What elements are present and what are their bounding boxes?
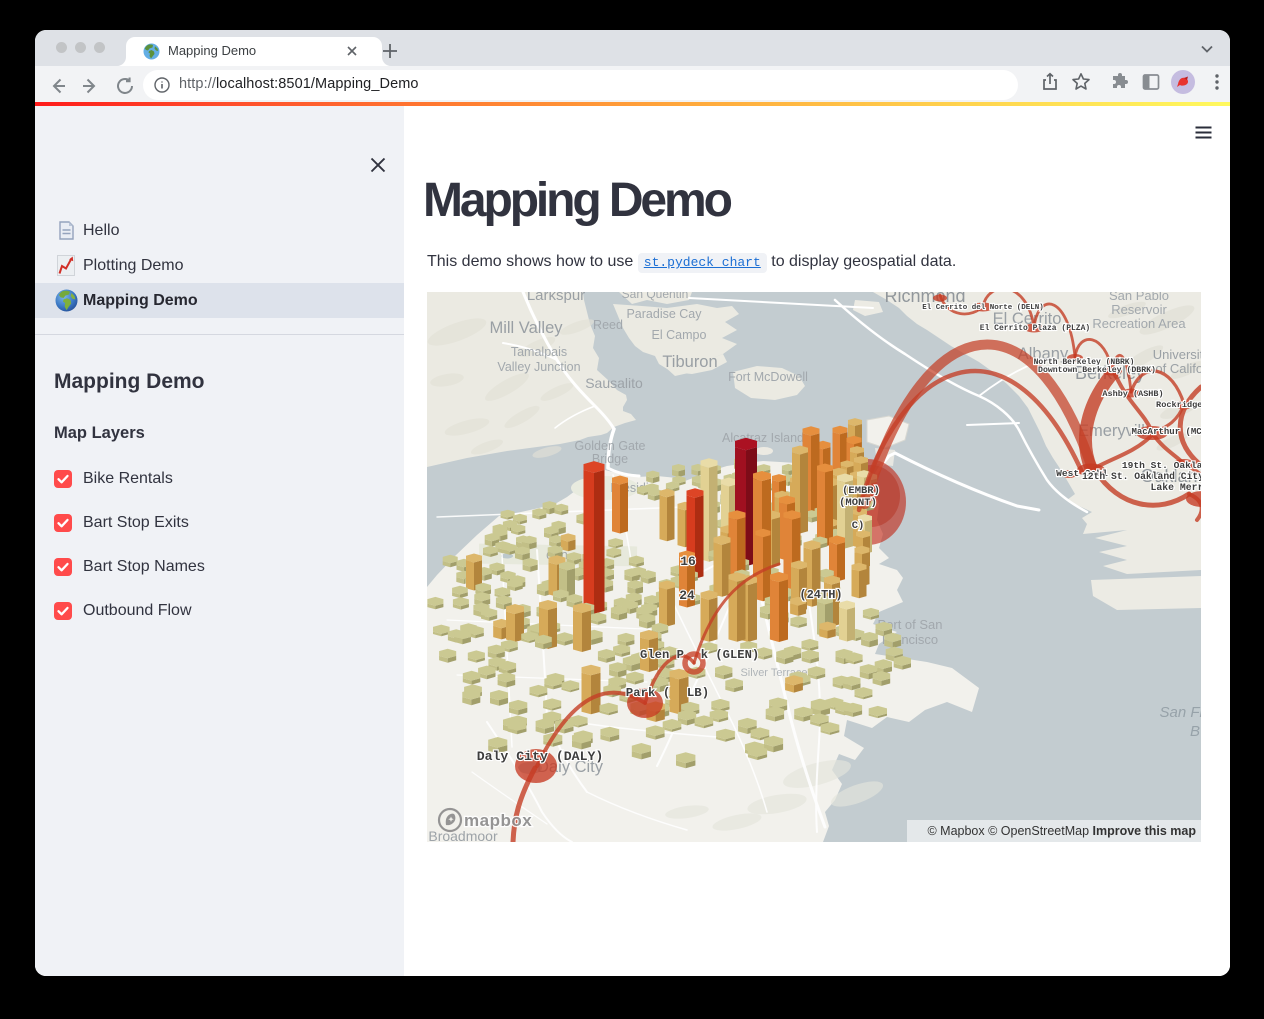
svg-text:Golden Gate: Golden Gate xyxy=(575,439,646,453)
svg-text:Downtown Berkeley (DBRK): Downtown Berkeley (DBRK) xyxy=(1038,365,1156,375)
svg-text:El Cerrito Plaza (PLZA): El Cerrito Plaza (PLZA) xyxy=(980,324,1090,333)
svg-text:Park (: Park ( xyxy=(626,686,671,700)
svg-text:Universit: Universit xyxy=(1153,347,1201,362)
svg-text:Sausalito: Sausalito xyxy=(585,375,643,391)
svg-text:Broadmoor: Broadmoor xyxy=(428,828,498,842)
svg-text:Mill Valley: Mill Valley xyxy=(489,319,563,337)
svg-text:k (GLEN): k (GLEN) xyxy=(701,648,760,662)
svg-text:(24TH): (24TH) xyxy=(799,588,842,602)
svg-text:LB): LB) xyxy=(687,686,709,700)
svg-text:24: 24 xyxy=(679,588,695,603)
svg-text:Alcatraz Island: Alcatraz Island xyxy=(722,431,804,445)
svg-text:Daly City (DALY): Daly City (DALY) xyxy=(477,749,604,764)
svg-text:Tiburon: Tiburon xyxy=(662,353,717,371)
svg-text:19th St. Oaklan: 19th St. Oaklan xyxy=(1122,460,1201,471)
svg-text:(EMBR): (EMBR) xyxy=(842,485,880,497)
svg-text:Valley Junction: Valley Junction xyxy=(497,360,580,374)
svg-text:Ashby (ASHB): Ashby (ASHB) xyxy=(1102,389,1163,399)
svg-text:Fort McDowell: Fort McDowell xyxy=(728,370,808,384)
svg-text:San Quentin: San Quentin xyxy=(622,292,689,301)
svg-text:(MONT): (MONT) xyxy=(839,497,877,509)
svg-text:Glen P: Glen P xyxy=(640,648,684,662)
svg-text:Paradise Cay: Paradise Cay xyxy=(626,307,702,321)
svg-text:Tamalpais: Tamalpais xyxy=(511,345,567,359)
svg-text:16: 16 xyxy=(680,554,696,569)
svg-text:© Mapbox © OpenStreetMap Impro: © Mapbox © OpenStreetMap Improve this ma… xyxy=(927,824,1196,838)
svg-text:Reservoir: Reservoir xyxy=(1111,302,1167,317)
svg-text:San Fr: San Fr xyxy=(1159,704,1201,721)
svg-text:Rockridge (R: Rockridge (R xyxy=(1156,400,1201,410)
svg-text:El Cerrito del Norte (DELN): El Cerrito del Norte (DELN) xyxy=(922,304,1044,312)
svg-text:El Campo: El Campo xyxy=(652,328,707,342)
svg-text:12th St. Oakland City: 12th St. Oakland City xyxy=(1082,471,1201,482)
svg-text:Reed: Reed xyxy=(593,318,623,332)
svg-text:Recreation Area: Recreation Area xyxy=(1092,316,1186,331)
svg-text:C): C) xyxy=(852,520,865,532)
svg-text:Lake Merr: Lake Merr xyxy=(1151,482,1201,493)
svg-text:MacArthur (MCAR: MacArthur (MCAR xyxy=(1131,427,1201,437)
svg-text:mapbox: mapbox xyxy=(464,811,532,830)
svg-text:B: B xyxy=(1190,723,1200,740)
svg-text:Larkspur: Larkspur xyxy=(527,292,585,304)
